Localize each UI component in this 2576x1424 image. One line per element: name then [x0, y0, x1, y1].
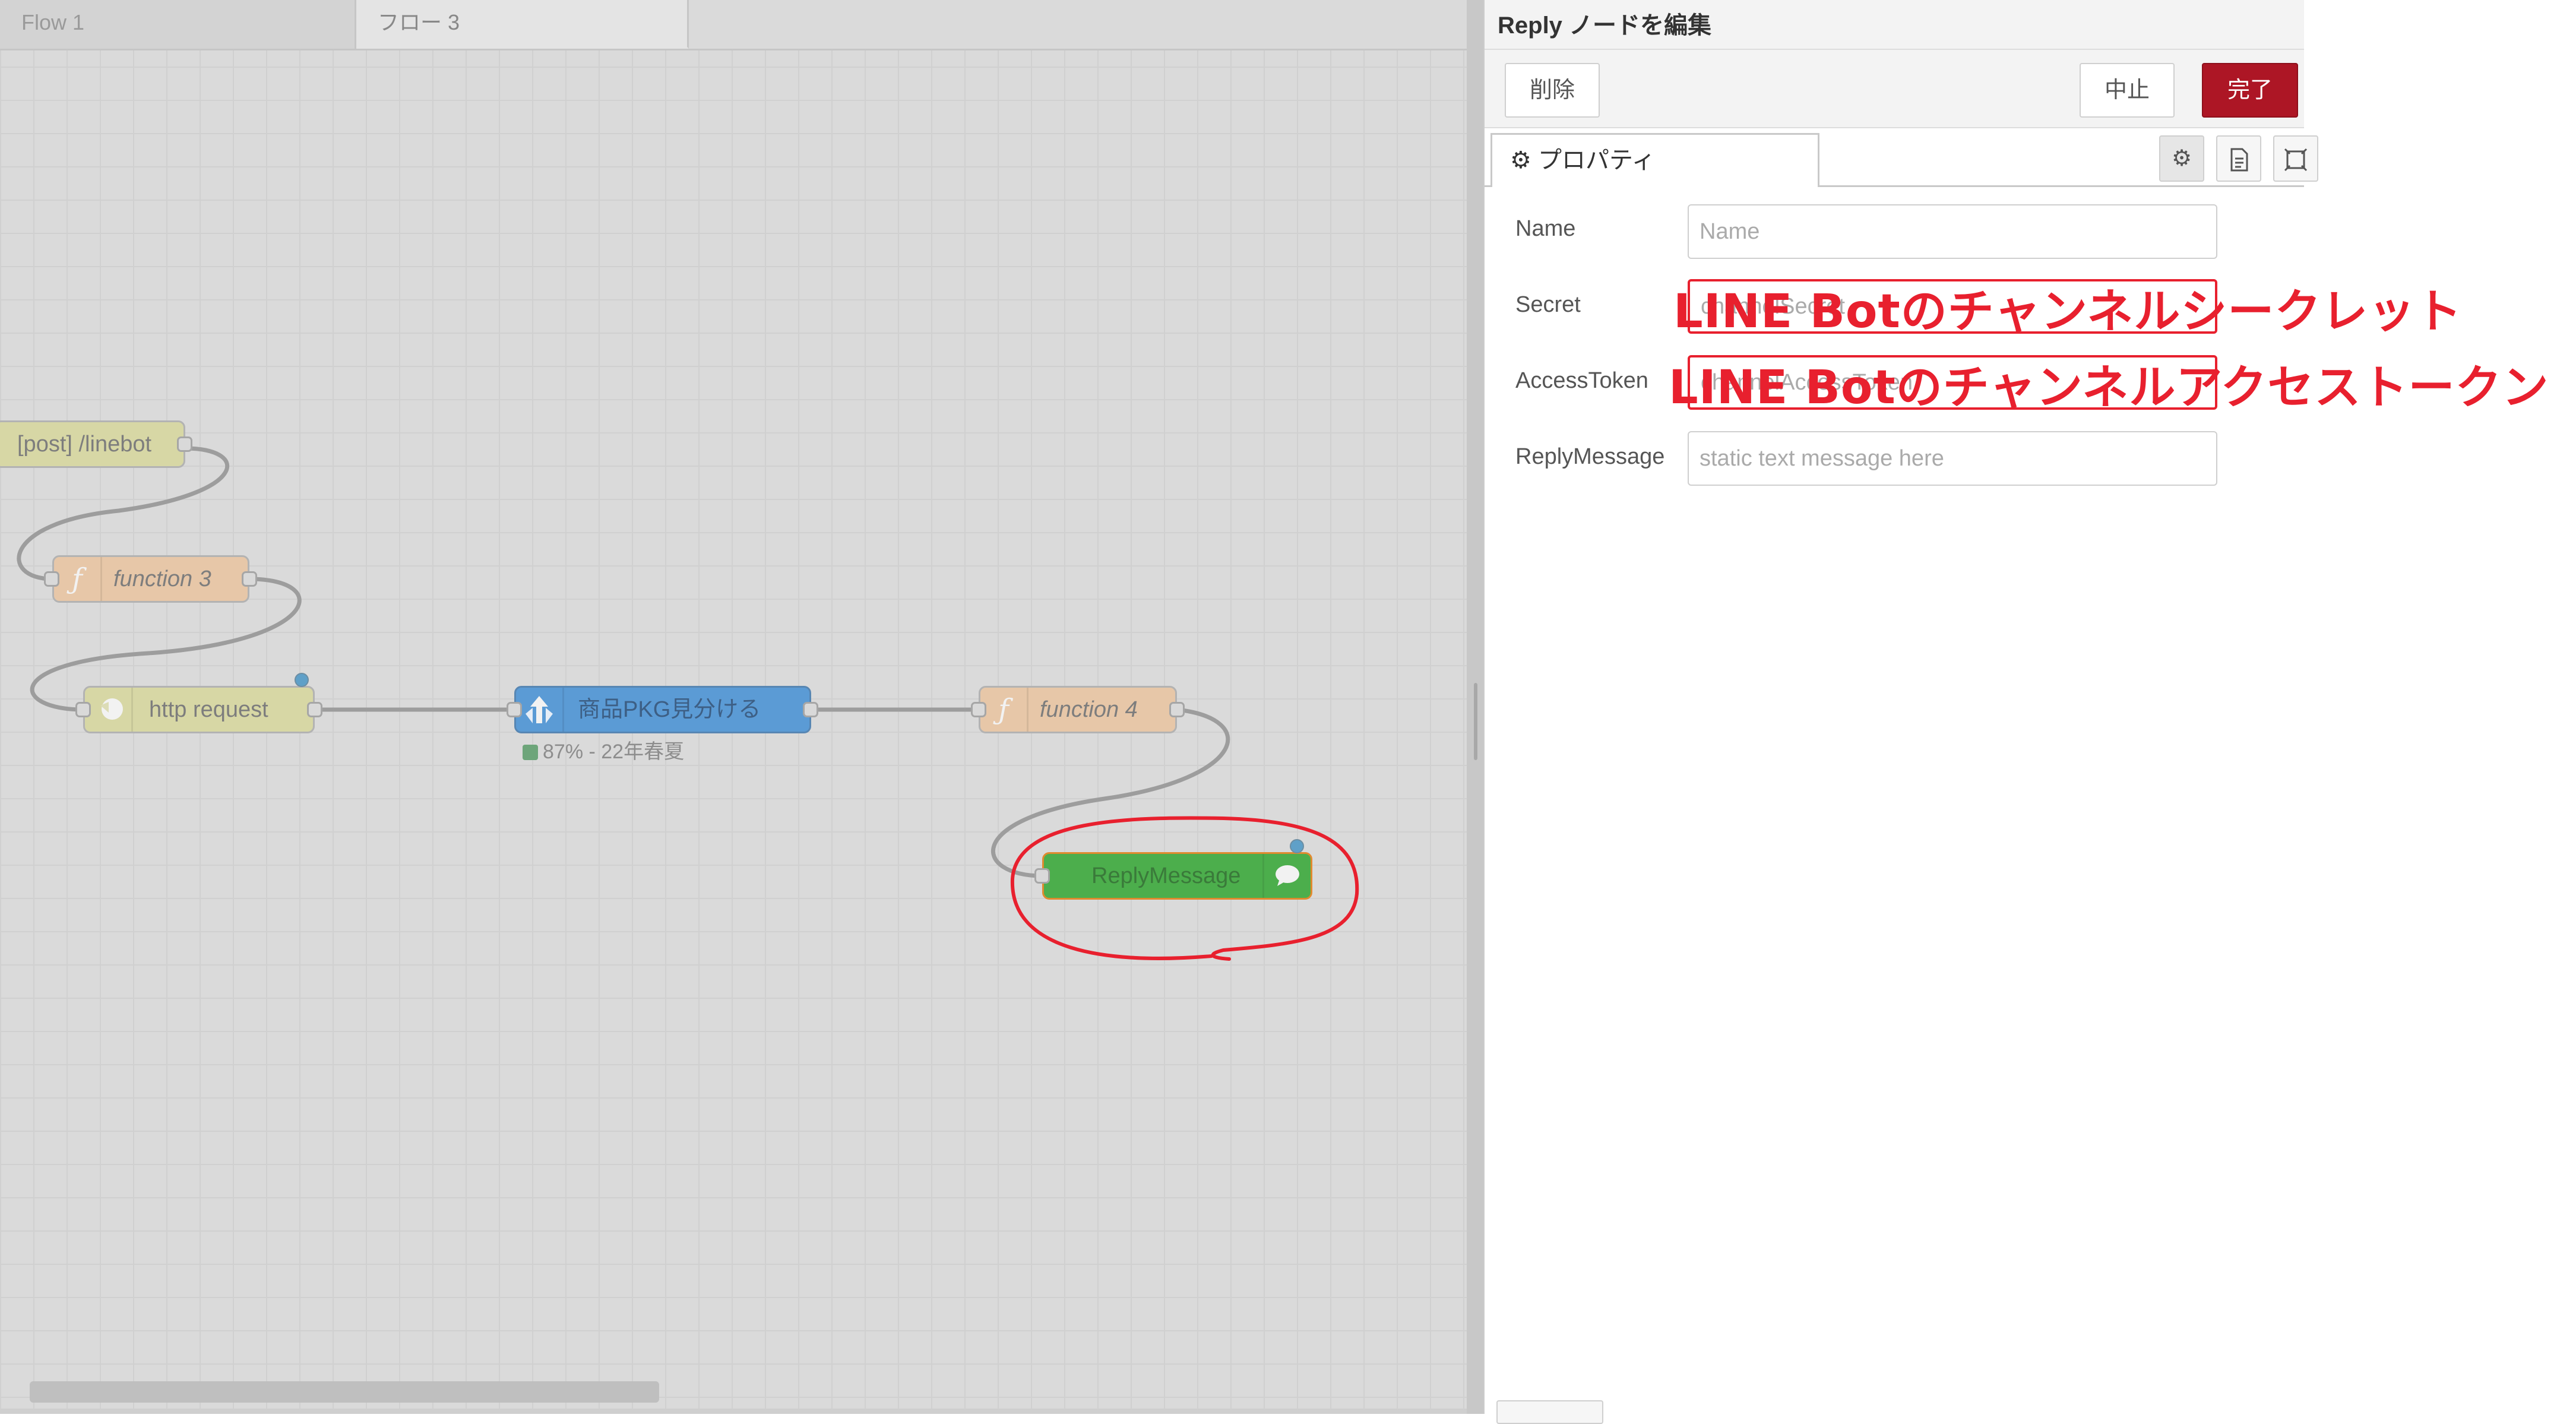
wire-function4-reply	[991, 707, 1230, 878]
tray-header: Reply ノードを編集	[1485, 0, 2304, 50]
input-port[interactable]	[75, 702, 91, 717]
input-port[interactable]	[507, 702, 522, 717]
name-input[interactable]	[1688, 204, 2217, 259]
appearance-frame-icon[interactable]	[2273, 135, 2318, 182]
node-label: function 3	[113, 567, 211, 591]
changed-indicator-dot	[1290, 839, 1304, 853]
properties-tab-bar: ⚙ プロパティ ⚙	[1485, 128, 2318, 187]
output-port[interactable]	[1169, 702, 1185, 717]
node-http-in[interactable]: [post] /linebot	[0, 420, 185, 468]
settings-gear-icon[interactable]: ⚙	[2159, 135, 2204, 182]
status-indicator	[523, 745, 538, 760]
input-port[interactable]	[1034, 868, 1050, 884]
description-document-icon[interactable]	[2216, 135, 2261, 182]
node-http-request[interactable]: http request	[83, 686, 315, 733]
node-function-4[interactable]: ƒ function 4	[979, 686, 1177, 733]
status-text: 87% - 22年春夏	[543, 741, 685, 763]
node-label: http request	[149, 697, 268, 722]
node-label: function 4	[1040, 697, 1138, 722]
cancel-button[interactable]: 中止	[2080, 63, 2175, 118]
changed-indicator-dot	[295, 673, 309, 687]
tray-footer-button[interactable]	[1496, 1400, 1603, 1424]
tray-title: Reply ノードを編集	[1498, 12, 1712, 39]
done-button[interactable]: 完了	[2202, 63, 2298, 118]
node-label: ReplyMessage	[1091, 863, 1241, 888]
output-port[interactable]	[242, 571, 257, 587]
tab-label: プロパティ	[1537, 147, 1656, 173]
access-token-label: AccessToken	[1515, 368, 1648, 393]
flow-workspace[interactable]: Flow 1 フロー 3 [post] /linebot ƒ function …	[0, 0, 1473, 1414]
secret-annotation: LINE Botのチャンネルシークレット	[1673, 285, 2463, 338]
node-label: 商品PKG見分ける	[578, 697, 761, 722]
node-label: [post] /linebot	[17, 432, 152, 457]
node-classifier[interactable]: 商品PKG見分ける	[514, 686, 811, 733]
input-port[interactable]	[971, 702, 986, 717]
speech-bubble-icon	[1262, 854, 1311, 898]
splitter-handle[interactable]	[1474, 683, 1477, 760]
input-port[interactable]	[44, 571, 59, 587]
gear-icon: ⚙	[1510, 147, 1531, 173]
node-status: 87% - 22年春夏	[523, 735, 684, 764]
delete-button[interactable]: 削除	[1505, 63, 1600, 118]
reply-message-label: ReplyMessage	[1515, 444, 1665, 469]
node-reply-message[interactable]: ReplyMessage	[1042, 852, 1312, 900]
horizontal-scrollbar[interactable]	[30, 1381, 659, 1403]
secret-label: Secret	[1515, 292, 1581, 317]
node-function-3[interactable]: ƒ function 3	[52, 555, 249, 603]
function-icon: ƒ	[980, 688, 1028, 732]
name-label: Name	[1515, 216, 1576, 241]
token-annotation: LINE Botのチャンネルアクセストークン	[1669, 361, 2549, 414]
function-icon: ƒ	[54, 557, 102, 601]
globe-icon	[85, 688, 133, 732]
tab-properties[interactable]: ⚙ プロパティ	[1490, 133, 1819, 187]
tray-toolbar: 削除 中止 完了	[1485, 50, 2304, 128]
tree-icon	[516, 688, 564, 732]
reply-message-input[interactable]	[1688, 431, 2217, 486]
node-edit-tray: Reply ノードを編集 削除 中止 完了 ⚙ プロパティ ⚙ Name Sec…	[1483, 0, 2318, 1424]
output-port[interactable]	[803, 702, 818, 717]
output-port[interactable]	[307, 702, 322, 717]
output-port[interactable]	[177, 436, 192, 452]
workspace-footer	[0, 1409, 1473, 1414]
